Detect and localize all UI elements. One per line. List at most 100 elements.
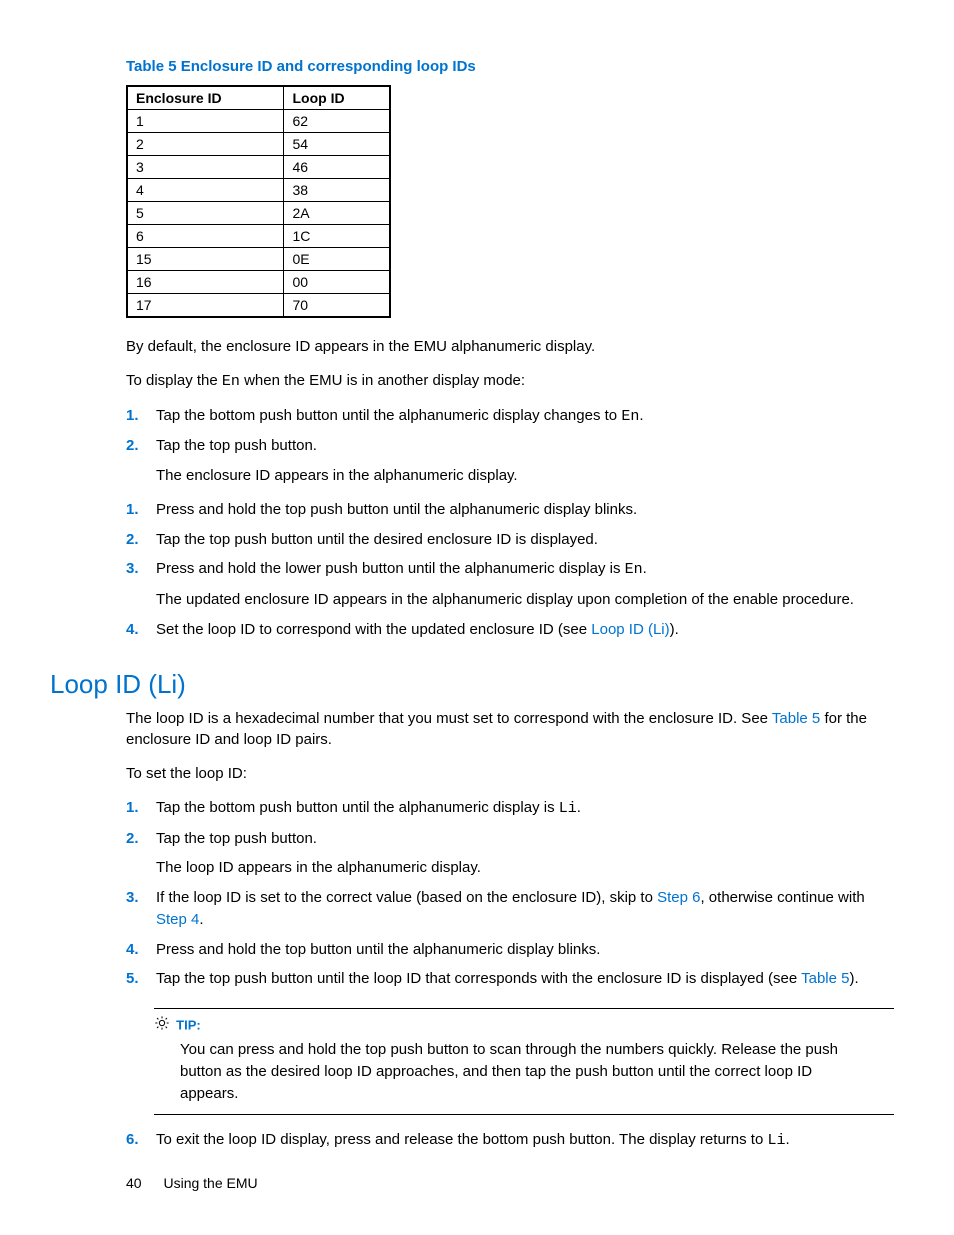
list-item: 3. If the loop ID is set to the correct … bbox=[126, 887, 894, 931]
code-text: En bbox=[625, 561, 643, 578]
cell: 17 bbox=[127, 294, 284, 318]
footer-section: Using the EMU bbox=[163, 1175, 257, 1191]
text: The loop ID is a hexadecimal number that… bbox=[126, 710, 772, 727]
text: . bbox=[577, 799, 581, 816]
text: Tap the top push button until the loop I… bbox=[156, 970, 801, 987]
step-number: 6. bbox=[126, 1129, 139, 1151]
cross-ref-link[interactable]: Step 6 bbox=[657, 889, 700, 906]
cell: 2A bbox=[284, 202, 390, 225]
cell: 1C bbox=[284, 225, 390, 248]
text: Set the loop ID to correspond with the u… bbox=[156, 621, 591, 638]
text: Press and hold the top button until the … bbox=[156, 941, 600, 958]
procedure-list: 1. Tap the bottom push button until the … bbox=[126, 405, 894, 487]
section-heading: Loop ID (Li) bbox=[50, 669, 894, 700]
paragraph: To set the loop ID: bbox=[126, 763, 894, 785]
text: To exit the loop ID display, press and r… bbox=[156, 1131, 767, 1148]
list-item: 5. Tap the top push button until the loo… bbox=[126, 968, 894, 990]
table-row: 1770 bbox=[127, 294, 390, 318]
paragraph: By default, the enclosure ID appears in … bbox=[126, 336, 894, 358]
cell: 46 bbox=[284, 156, 390, 179]
table-row: 150E bbox=[127, 248, 390, 271]
table-row: 61C bbox=[127, 225, 390, 248]
text: Press and hold the lower push button unt… bbox=[156, 560, 625, 577]
page-footer: 40 Using the EMU bbox=[126, 1175, 258, 1191]
code-text: Li bbox=[559, 800, 577, 817]
list-item: 4. Press and hold the top button until t… bbox=[126, 939, 894, 961]
cell: 70 bbox=[284, 294, 390, 318]
cell: 5 bbox=[127, 202, 284, 225]
cell: 38 bbox=[284, 179, 390, 202]
cell: 16 bbox=[127, 271, 284, 294]
step-number: 2. bbox=[126, 435, 139, 457]
text: . bbox=[785, 1131, 789, 1148]
table-row: 1600 bbox=[127, 271, 390, 294]
procedure-list: 6. To exit the loop ID display, press an… bbox=[126, 1129, 894, 1152]
step-number: 4. bbox=[126, 619, 139, 641]
list-item: 6. To exit the loop ID display, press an… bbox=[126, 1129, 894, 1152]
cell: 2 bbox=[127, 133, 284, 156]
text: when the EMU is in another display mode: bbox=[240, 372, 525, 389]
tip-box: TIP: You can press and hold the top push… bbox=[154, 1008, 894, 1115]
step-number: 2. bbox=[126, 529, 139, 551]
step-number: 3. bbox=[126, 887, 139, 909]
step-number: 5. bbox=[126, 968, 139, 990]
sub-text: The updated enclosure ID appears in the … bbox=[156, 589, 894, 611]
cross-ref-link[interactable]: Loop ID (Li) bbox=[591, 621, 669, 638]
paragraph: The loop ID is a hexadecimal number that… bbox=[126, 708, 894, 752]
cell: 62 bbox=[284, 110, 390, 133]
step-number: 4. bbox=[126, 939, 139, 961]
code-text: Li bbox=[767, 1132, 785, 1149]
text: ). bbox=[850, 970, 859, 987]
lightbulb-icon bbox=[154, 1015, 170, 1035]
list-item: 3. Press and hold the lower push button … bbox=[126, 558, 894, 611]
text: Tap the top push button. bbox=[156, 830, 317, 847]
table-row: 162 bbox=[127, 110, 390, 133]
text: Press and hold the top push button until… bbox=[156, 501, 637, 518]
list-item: 2. Tap the top push button. The enclosur… bbox=[126, 435, 894, 487]
cell: 3 bbox=[127, 156, 284, 179]
list-item: 1. Press and hold the top push button un… bbox=[126, 499, 894, 521]
cross-ref-link[interactable]: Step 4 bbox=[156, 911, 199, 928]
cell: 15 bbox=[127, 248, 284, 271]
text: If the loop ID is set to the correct val… bbox=[156, 889, 657, 906]
page-number: 40 bbox=[126, 1175, 142, 1191]
step-number: 3. bbox=[126, 558, 139, 580]
code-text: En bbox=[621, 408, 639, 425]
text: . bbox=[643, 560, 647, 577]
cell: 0E bbox=[284, 248, 390, 271]
procedure-list: 1. Press and hold the top push button un… bbox=[126, 499, 894, 641]
text: Tap the top push button. bbox=[156, 437, 317, 454]
sub-text: The enclosure ID appears in the alphanum… bbox=[156, 465, 894, 487]
list-item: 2. Tap the top push button until the des… bbox=[126, 529, 894, 551]
cell: 1 bbox=[127, 110, 284, 133]
code-text: En bbox=[222, 373, 240, 390]
list-item: 1. Tap the bottom push button until the … bbox=[126, 797, 894, 820]
text: . bbox=[199, 911, 203, 928]
step-number: 2. bbox=[126, 828, 139, 850]
table-row: 52A bbox=[127, 202, 390, 225]
text: ). bbox=[670, 621, 679, 638]
table-header-enclosure: Enclosure ID bbox=[127, 86, 284, 110]
table-header-loop: Loop ID bbox=[284, 86, 390, 110]
list-item: 2. Tap the top push button. The loop ID … bbox=[126, 828, 894, 880]
sub-text: The loop ID appears in the alphanumeric … bbox=[156, 857, 894, 879]
tip-body: You can press and hold the top push butt… bbox=[154, 1039, 870, 1104]
text: To display the bbox=[126, 372, 222, 389]
step-number: 1. bbox=[126, 405, 139, 427]
step-number: 1. bbox=[126, 797, 139, 819]
procedure-list: 1. Tap the bottom push button until the … bbox=[126, 797, 894, 990]
tip-label: TIP: bbox=[176, 1018, 201, 1033]
cell: 00 bbox=[284, 271, 390, 294]
table-row: 346 bbox=[127, 156, 390, 179]
cross-ref-link[interactable]: Table 5 bbox=[772, 710, 820, 727]
step-number: 1. bbox=[126, 499, 139, 521]
table-title: Table 5 Enclosure ID and corresponding l… bbox=[126, 58, 894, 75]
text: Tap the top push button until the desire… bbox=[156, 531, 598, 548]
cross-ref-link[interactable]: Table 5 bbox=[801, 970, 849, 987]
paragraph: To display the En when the EMU is in ano… bbox=[126, 370, 894, 393]
text: , otherwise continue with bbox=[700, 889, 864, 906]
table-row: 254 bbox=[127, 133, 390, 156]
text: Tap the bottom push button until the alp… bbox=[156, 799, 559, 816]
list-item: 4. Set the loop ID to correspond with th… bbox=[126, 619, 894, 641]
text: Tap the bottom push button until the alp… bbox=[156, 407, 621, 424]
